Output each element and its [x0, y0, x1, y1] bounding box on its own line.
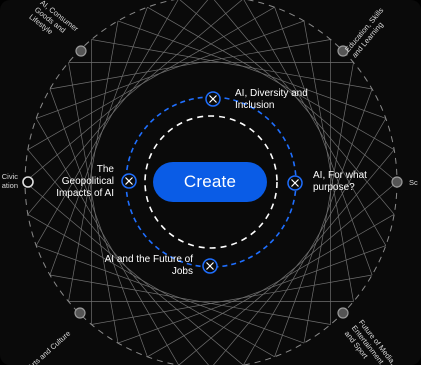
outer-node-consumer-goods-icon[interactable]	[75, 45, 87, 57]
web-line	[35, 118, 179, 365]
web-line	[147, 6, 395, 151]
outer-label-civic[interactable]: Civic ation	[0, 172, 18, 190]
topic-label-diversity[interactable]: AI, Diversity and Inclusion	[235, 88, 325, 112]
topic-node-purpose-icon[interactable]	[287, 175, 303, 191]
topic-node-jobs-icon[interactable]	[202, 258, 218, 274]
topic-node-diversity-icon[interactable]	[205, 91, 221, 107]
topic-map: AI, Diversity and Inclusion AI, For what…	[0, 0, 421, 365]
topic-label-jobs[interactable]: AI and the Future of Jobs	[103, 254, 193, 278]
topic-label-purpose[interactable]: AI, For what purpose?	[313, 170, 383, 194]
topic-node-geopolitical-icon[interactable]	[121, 173, 137, 189]
create-button[interactable]: Create	[153, 162, 267, 202]
topic-label-geopolitical[interactable]: The Geopolitical Impacts of AI	[50, 164, 114, 200]
outer-node-media-icon[interactable]	[337, 307, 349, 319]
outer-node-sc-icon[interactable]	[391, 176, 403, 188]
outer-node-civic-icon[interactable]	[22, 176, 34, 188]
outer-node-arts-icon[interactable]	[74, 307, 86, 319]
outer-label-sc[interactable]: Sc	[409, 178, 418, 187]
